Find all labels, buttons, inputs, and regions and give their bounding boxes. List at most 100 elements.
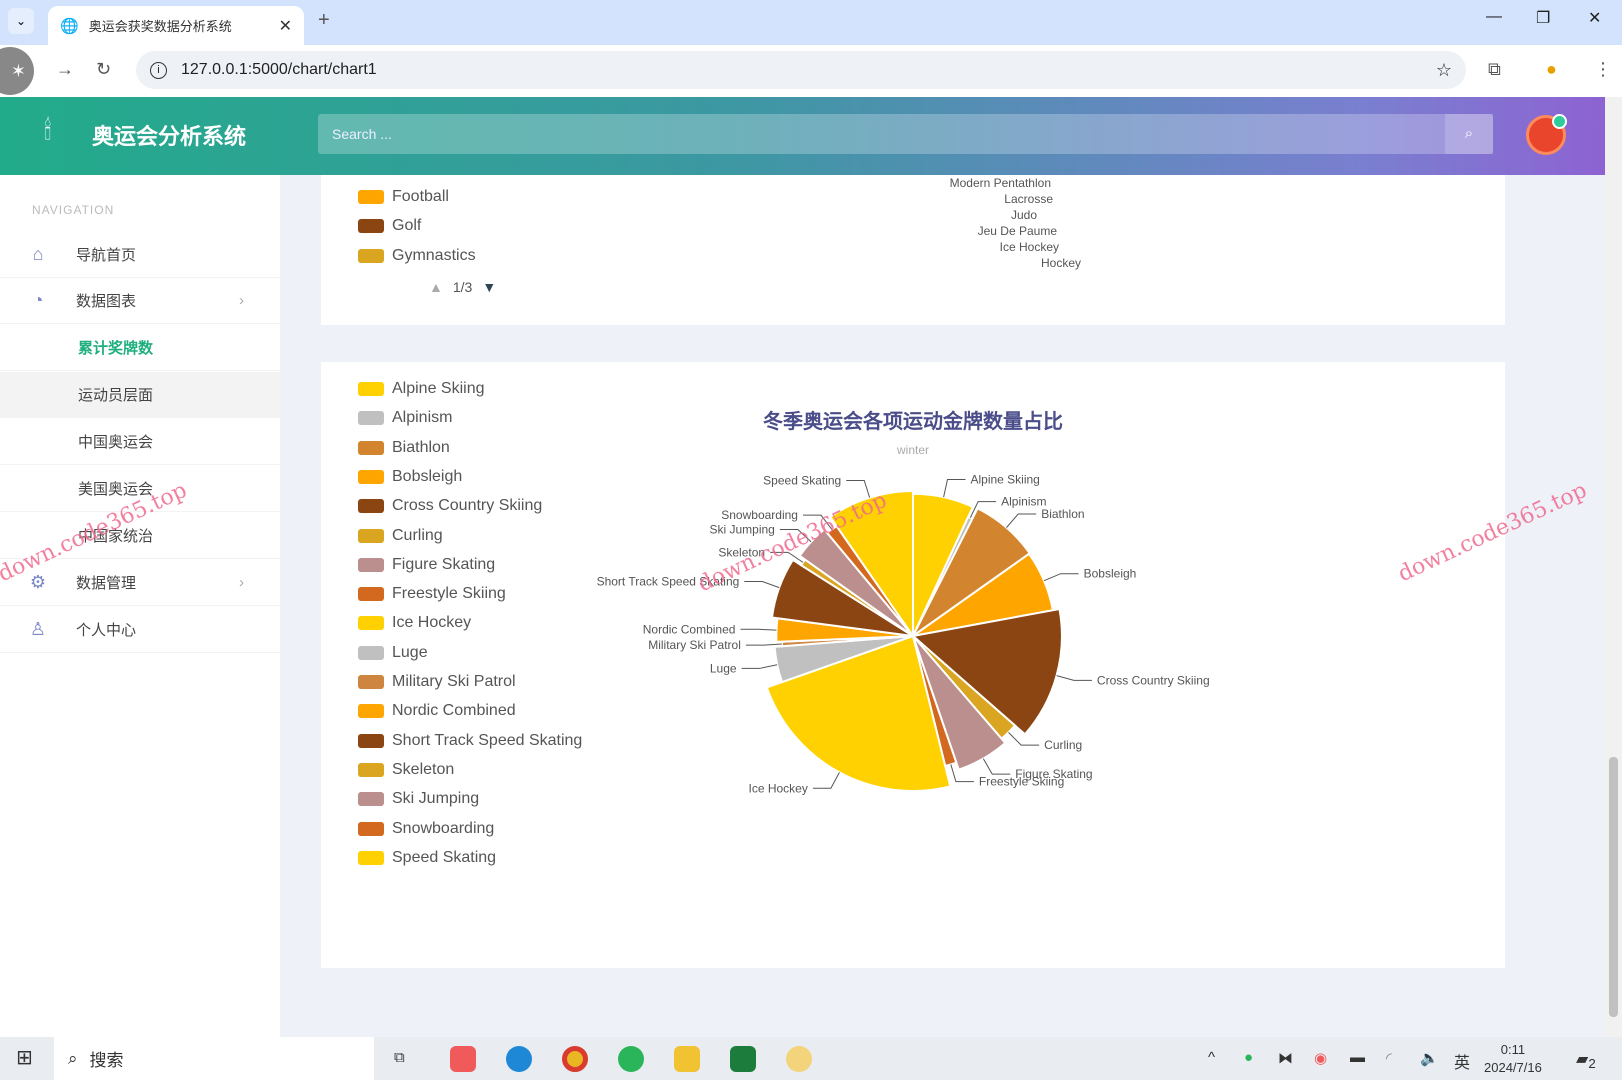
legend-item[interactable]: Football <box>358 188 449 206</box>
wechat-tray-icon[interactable]: ● <box>1244 1049 1253 1066</box>
chart-title: 冬季奥运会各项运动金牌数量占比 <box>763 409 1063 433</box>
reload-button[interactable]: ↻ <box>96 59 111 80</box>
label-line <box>740 628 777 631</box>
legend-swatch <box>358 219 384 233</box>
wifi-icon[interactable]: ◜ <box>1386 1049 1392 1067</box>
page-scrollbar[interactable] <box>1605 97 1622 1037</box>
pie-label: Alpine Skiing <box>970 473 1039 487</box>
sidebar-subitem-athletes[interactable]: 运动员层面 <box>0 372 280 418</box>
globe-icon: 🌐 <box>60 17 79 35</box>
chevron-right-icon: › <box>239 292 244 309</box>
sidebar-item-home[interactable]: ⌂ 导航首页 <box>0 232 280 278</box>
ime-indicator[interactable]: 英 <box>1454 1049 1470 1073</box>
windows-start-icon[interactable]: ⊞ <box>16 1045 33 1070</box>
label-line <box>1056 675 1092 681</box>
sidebar-item-charts[interactable]: ◔ 数据图表 › <box>0 278 280 324</box>
pycharm-icon[interactable] <box>730 1046 756 1072</box>
chart-subtitle: winter <box>896 443 929 457</box>
app-icon[interactable] <box>786 1046 812 1072</box>
restore-button[interactable]: ❐ <box>1536 8 1550 28</box>
pie-label: Ski Jumping <box>709 523 774 537</box>
legend-pager: ▲ 1/3 ▼ <box>429 279 496 295</box>
pie-label: Snowboarding <box>721 508 798 522</box>
page-indicator: 1/3 <box>452 279 473 295</box>
browser-tab[interactable]: 🌐 奥运会获奖数据分析系统 ✕ <box>48 6 304 45</box>
tab-title: 奥运会获奖数据分析系统 <box>88 19 232 34</box>
clock[interactable]: 0:11 2024/7/16 <box>1484 1041 1542 1077</box>
user-avatar[interactable] <box>1526 114 1567 155</box>
search-input[interactable] <box>318 114 1445 154</box>
tray-expand-icon[interactable]: ^ <box>1208 1049 1215 1066</box>
pie-label: Ice Hockey <box>999 240 1059 254</box>
label-line <box>745 643 782 646</box>
sidebar-item-profile[interactable]: ♙ 个人中心 <box>0 607 280 653</box>
sidebar-subitem-medals[interactable]: 累计奖牌数 <box>0 325 280 371</box>
back-button[interactable]: ✶ <box>0 47 34 95</box>
wechat-icon[interactable] <box>618 1046 644 1072</box>
file-explorer-icon[interactable] <box>674 1046 700 1072</box>
search-bar: ⌕ <box>318 114 1493 154</box>
netease-music-icon[interactable] <box>450 1046 476 1072</box>
pie-label: Curling <box>1044 738 1082 752</box>
browser-menu-icon[interactable]: ⋮ <box>1594 59 1612 80</box>
label-line <box>812 772 840 789</box>
pie-label: Alpinism <box>1001 495 1046 509</box>
scrollbar-thumb[interactable] <box>1609 757 1618 1017</box>
notification-icon[interactable]: ▰2 <box>1576 1049 1596 1071</box>
legend-item[interactable]: Gymnastics <box>358 247 476 265</box>
label-line <box>982 758 1011 775</box>
pie-label: Ice Hockey <box>749 781 808 795</box>
chrome-icon[interactable] <box>562 1046 588 1072</box>
tray-app-icon[interactable]: ⧓ <box>1278 1049 1293 1067</box>
search-button[interactable]: ⌕ <box>1445 114 1493 154</box>
legend-label: Football <box>392 188 449 205</box>
tab-search-button[interactable]: ⌄ <box>8 8 34 34</box>
label-line <box>943 479 966 498</box>
sidebar-subitem-china[interactable]: 中国奥运会 <box>0 419 280 465</box>
profile-icon[interactable]: ● <box>1546 59 1557 80</box>
clock-time: 0:11 <box>1500 1042 1526 1057</box>
new-tab-button[interactable]: + <box>318 9 330 32</box>
legend-label: Golf <box>392 217 422 234</box>
winter-pie-chart: 冬季奥运会各项运动金牌数量占比 winter Alpine Skiing Alpi… <box>597 409 1210 795</box>
url-field[interactable]: i 127.0.0.1:5000/chart/chart1 ☆ <box>136 51 1466 89</box>
sidebar: NAVIGATION ⌂ 导航首页 ◔ 数据图表 › 累计奖牌数 运动员层面 中国奥运… <box>0 175 280 1037</box>
pie-label: Biathlon <box>1041 507 1084 521</box>
chevron-right-icon: › <box>239 574 244 591</box>
pie-label: Speed Skating <box>763 473 841 487</box>
battery-icon[interactable]: ▬ <box>1350 1049 1365 1066</box>
pie-label: Cross Country Skiing <box>1097 673 1210 687</box>
forward-button[interactable]: → <box>56 59 74 80</box>
app-title: 奥运会分析系统 <box>92 124 247 149</box>
close-window-button[interactable]: ✕ <box>1588 8 1601 28</box>
pie-label: Nordic Combined <box>643 622 736 636</box>
volume-icon[interactable]: 🔈 <box>1420 1049 1439 1067</box>
pie-chart-icon: ◔ <box>32 290 44 310</box>
minimize-button[interactable]: — <box>1486 8 1502 26</box>
clock-date: 2024/7/16 <box>1484 1060 1542 1075</box>
pie-label: Military Ski Patrol <box>648 638 741 652</box>
sidebar-item-label: 数据图表 <box>76 293 137 310</box>
task-view-icon[interactable]: ⧉ <box>394 1049 405 1066</box>
extensions-icon[interactable]: ⧉ <box>1488 59 1501 80</box>
notification-count: 2 <box>1588 1056 1596 1072</box>
legend-swatch <box>358 190 384 204</box>
edge-icon[interactable] <box>506 1046 532 1072</box>
sidebar-item-label: 数据管理 <box>76 575 137 592</box>
browser-tab-bar: ⌄ 🌐 奥运会获奖数据分析系统 ✕ + — ❐ ✕ <box>0 0 1622 45</box>
close-tab-icon[interactable]: ✕ <box>279 16 292 36</box>
legend-item[interactable]: Golf <box>358 217 421 235</box>
site-info-icon[interactable]: i <box>150 61 167 79</box>
music-tray-icon[interactable]: ◉ <box>1314 1049 1327 1067</box>
page-up-icon[interactable]: ▲ <box>429 279 443 295</box>
page-down-icon[interactable]: ▼ <box>482 279 496 295</box>
home-icon: ⌂ <box>32 244 44 264</box>
summer-chart-card: Football Golf Gymnastics ▲ 1/3 ▼ Modern … <box>321 175 1505 325</box>
pie-label: Bobsleigh <box>1084 567 1137 581</box>
pie-label: Jeu De Paume <box>977 224 1057 238</box>
taskbar-search[interactable]: ⌕ 搜索 <box>54 1037 374 1080</box>
bookmark-star-icon[interactable]: ☆ <box>1436 60 1452 81</box>
url-text: 127.0.0.1:5000/chart/chart1 <box>181 61 377 78</box>
app-header: 🕯 奥运会分析系统 ⌕ <box>0 97 1605 175</box>
label-line <box>744 580 780 589</box>
